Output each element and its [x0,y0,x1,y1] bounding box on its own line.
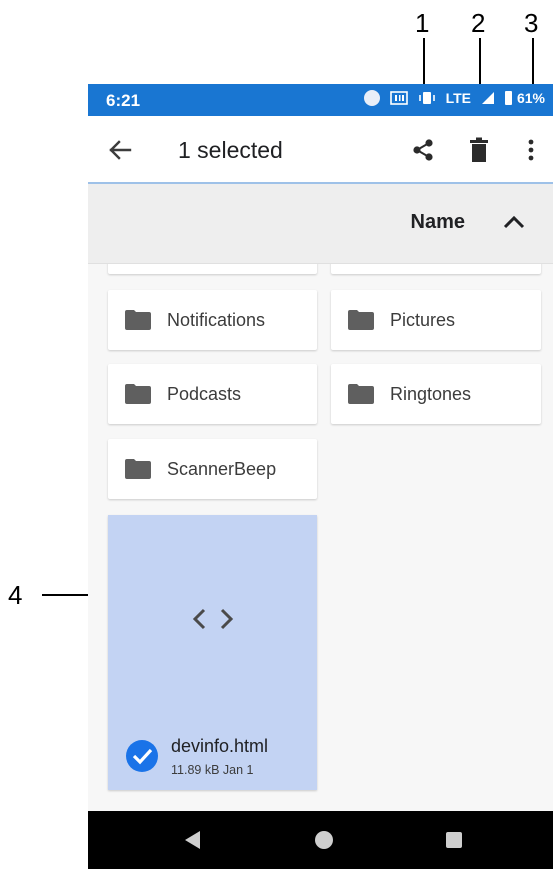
status-time: 6:21 [106,91,141,110]
chevron-up-icon[interactable] [501,212,527,232]
battery-icon [504,91,512,105]
folder-icon [125,384,151,404]
folder-icon [348,384,374,404]
recents-icon[interactable] [442,828,466,852]
folder-card[interactable]: ScannerBeep [108,439,317,499]
file-name: devinfo.html [171,736,269,756]
sort-label[interactable]: Name [411,211,465,234]
folder-label: Notifications [167,310,266,330]
signal-icon [481,92,494,104]
status-bar: 6:21 LTE 61% [88,84,553,116]
selection-count-title: 1 selected [178,137,283,163]
callout-label-1: 1 [415,8,430,38]
share-icon [413,139,433,161]
sort-bar[interactable]: Name [88,184,553,264]
share-button[interactable] [407,134,439,166]
callout-label-3: 3 [524,8,539,38]
folder-label: Pictures [390,310,456,330]
trash-icon [470,137,488,162]
system-nav-bar [88,811,553,869]
home-icon[interactable] [312,828,336,852]
code-icon [192,608,234,630]
more-vert-icon [528,139,534,161]
folder-card[interactable]: Ringtones [331,364,541,424]
file-grid: Notifications Pictures Podcasts Ringtone… [88,264,553,811]
folder-label: Podcasts [167,384,242,404]
callout-label-4: 4 [8,580,23,610]
more-options-button[interactable] [515,134,547,166]
folder-label: ScannerBeep [167,459,277,479]
folder-card-partial[interactable] [331,264,541,274]
folder-card[interactable]: Pictures [331,290,541,350]
network-type: LTE [445,90,471,106]
status-icons: LTE 61% [363,90,545,106]
folder-label: Ringtones [390,384,472,404]
folder-card[interactable]: Notifications [108,290,317,350]
folder-card-partial[interactable] [108,264,317,274]
back-icon[interactable] [180,828,204,852]
checkmark-circle-icon[interactable] [125,739,159,773]
file-card-selected[interactable]: devinfo.html 11.89 kB Jan 1 [108,515,317,790]
folder-icon [125,459,151,479]
app-bar: 1 selected [88,116,553,184]
folder-icon [348,310,374,330]
file-meta: 11.89 kB Jan 1 [171,763,254,777]
callout-label-2: 2 [471,8,486,38]
vibrate-icon [418,92,435,104]
battery-level: 61% [516,90,545,106]
back-arrow-icon[interactable] [106,136,134,164]
scanner-icon [389,91,408,105]
notification-dot-icon [363,90,380,106]
battery-group: 61% [504,90,545,106]
folder-icon [125,310,151,330]
delete-button[interactable] [463,134,495,166]
phone-screen: 6:21 LTE 61% 1 selected Name Notificatio… [88,84,553,869]
folder-card[interactable]: Podcasts [108,364,317,424]
